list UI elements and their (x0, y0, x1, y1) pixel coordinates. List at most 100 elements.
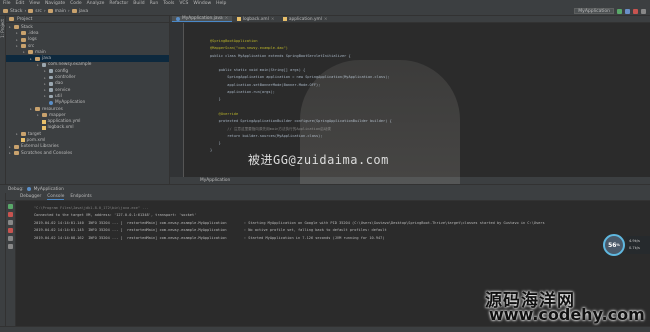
tree-item-label: mapper (49, 112, 66, 118)
chevron-icon: ▸ (44, 69, 46, 74)
gauge-unit: % (616, 243, 620, 247)
menu-run[interactable]: Run (150, 1, 159, 6)
console-line: 2019-04-02 14:14:01.140 INFO 35204 --- [… (34, 220, 545, 225)
menu-help[interactable]: Help (216, 1, 226, 6)
project-tree: ▸ Stack ▸ .idea ▸ logs ▸ src ▸ main ▸ java ▸ com.news… (6, 23, 169, 156)
run-config-label: MyApplication (578, 8, 610, 14)
menu-analyze[interactable]: Analyze (87, 1, 105, 6)
tab-console[interactable]: Console (47, 194, 65, 200)
tree-item-label: controller (55, 75, 76, 81)
folder-icon (14, 151, 19, 156)
close-icon[interactable]: × (324, 17, 328, 22)
chevron-icon: ▸ (44, 75, 46, 80)
code-line: } (210, 97, 221, 102)
tab-project[interactable]: 1: Project (0, 16, 5, 41)
console-line: 2019-04-02 14:14:08.162 INFO 35204 --- [… (34, 235, 385, 240)
xml-icon (42, 125, 46, 130)
breadcrumb-item[interactable]: src (35, 9, 42, 14)
menu-code[interactable]: Code (70, 1, 82, 6)
tree-item-label: .idea (28, 30, 39, 36)
menu-view[interactable]: View (29, 1, 40, 6)
editor-tab[interactable]: logback.xml × (233, 16, 279, 22)
resume-icon[interactable] (8, 204, 13, 209)
xml-icon (21, 138, 25, 143)
close-icon[interactable]: × (271, 17, 275, 22)
pause-icon[interactable] (8, 220, 13, 225)
chevron-icon: ▸ (9, 151, 11, 156)
code-area[interactable]: @SpringBootApplication @MapperScan("com.n… (210, 38, 392, 155)
breadcrumb: Stack › src › main › java (3, 9, 88, 14)
code-line: public class MyApplication extends Sprin… (210, 53, 351, 58)
settings-icon[interactable] (8, 244, 13, 249)
menu-file[interactable]: File (3, 1, 11, 6)
folder-icon (35, 107, 40, 111)
tree-item-label: application.yml (47, 119, 81, 125)
menu-navigate[interactable]: Navigate (45, 1, 65, 6)
stop-icon[interactable] (633, 8, 638, 14)
file-icon (176, 16, 180, 21)
site-watermark-url: www.codehy.com (489, 305, 645, 324)
package-icon (49, 94, 53, 99)
tree-item-label: util (55, 93, 62, 99)
menu-vcs[interactable]: VCS (179, 1, 188, 6)
folder-icon (28, 50, 33, 55)
folder-icon (47, 9, 53, 13)
editor-tab-label: logback.xml (242, 16, 269, 22)
debug-config-tab[interactable]: MyApplication (34, 187, 64, 192)
code-line: public static void main(String[] args) { (210, 68, 306, 73)
menu-window[interactable]: Window (193, 1, 211, 6)
file-icon (237, 17, 241, 21)
menu-edit[interactable]: Edit (16, 1, 25, 6)
code-line: protected SpringApplicationBuilder confi… (210, 119, 392, 124)
project-panel-title[interactable]: Project (17, 17, 32, 22)
chevron-icon: ▸ (44, 88, 46, 93)
breakpoints-icon[interactable] (8, 228, 13, 233)
folder-icon (71, 9, 77, 13)
code-line: @SpringBootApplication (210, 39, 258, 43)
tab-debugger[interactable]: Debugger (20, 194, 41, 199)
project-icon (9, 17, 14, 21)
editor-tab[interactable]: MyApplication.java × (172, 16, 233, 22)
gauge-upload: 4.9k/s (629, 239, 640, 243)
chevron-icon: ▸ (44, 94, 46, 99)
editor-tab-label: application.yml (288, 16, 322, 22)
folder-icon (21, 44, 26, 49)
code-line: } (210, 141, 221, 146)
folder-icon (21, 37, 26, 42)
chevron-icon: ▸ (16, 132, 18, 137)
editor-tab[interactable]: application.yml × (279, 16, 332, 22)
breadcrumb-item[interactable]: java (79, 9, 88, 14)
editor-breadcrumb-label[interactable]: MyApplication (200, 178, 230, 183)
chevron-right-icon: › (67, 8, 70, 14)
tree-item-label: External Libraries (21, 144, 59, 150)
network-gauge: 56% (603, 234, 625, 256)
tree-item[interactable]: ▸ Scratches and Consoles (6, 150, 169, 156)
debug-icon[interactable] (625, 8, 630, 14)
toolbar: Stack › src › main › java MyApplication (0, 7, 650, 16)
menu-build[interactable]: Build (133, 1, 144, 6)
stop-icon[interactable] (8, 212, 13, 217)
folder-icon (21, 31, 26, 36)
mute-icon[interactable] (8, 236, 13, 241)
gauge-stats: 4.9k/s 0.7k/s (626, 236, 650, 254)
tab-endpoints[interactable]: Endpoints (70, 194, 91, 199)
chevron-icon: ▸ (23, 50, 25, 55)
run-icon[interactable] (617, 8, 622, 14)
code-watermark: 被进GG@zuidaima.com (248, 153, 389, 167)
editor-tabs: MyApplication.java × logback.xml × applicati… (170, 16, 650, 23)
search-icon[interactable] (641, 8, 646, 14)
run-config-select[interactable]: MyApplication (574, 8, 614, 14)
tree-item-label: resources (42, 106, 63, 112)
tree-item-label: logback.xml (47, 125, 74, 131)
breadcrumb-item[interactable]: main (55, 9, 66, 14)
file-icon (283, 17, 287, 21)
tree-item-label: target (28, 131, 42, 137)
menu-refactor[interactable]: Refactor (109, 1, 128, 6)
code-line: application.setBannerMode(Banner.Mode.OF… (210, 82, 321, 87)
package-icon (42, 63, 46, 67)
breadcrumb-item[interactable]: Stack (10, 9, 22, 14)
menu-tools[interactable]: Tools (163, 1, 174, 6)
close-icon[interactable]: × (225, 16, 229, 21)
